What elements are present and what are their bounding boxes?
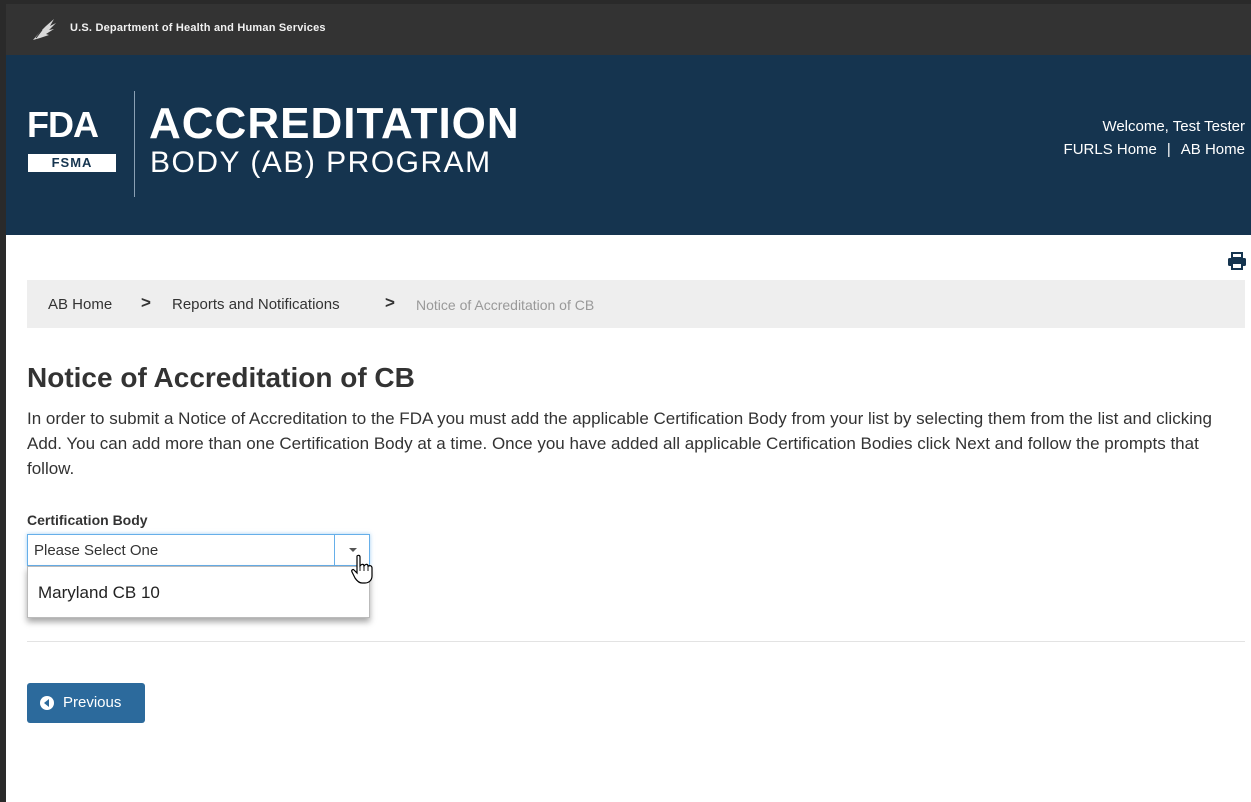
fda-fsma-logo: FDA FSMA [27, 107, 119, 173]
hhs-agency-text: U.S. Department of Health and Human Serv… [70, 22, 326, 34]
breadcrumb-current: Notice of Accreditation of CB [416, 297, 595, 313]
ab-home-link[interactable]: AB Home [1181, 141, 1245, 158]
chevron-right-icon: > [141, 293, 151, 312]
furls-home-link[interactable]: FURLS Home [1064, 141, 1157, 158]
previous-button[interactable]: Previous [27, 683, 145, 723]
program-title-line1: ACCREDITATION [149, 99, 520, 148]
breadcrumb-reports-notifications[interactable]: Reports and Notifications [172, 296, 340, 313]
hand-pointer-cursor-icon [351, 554, 373, 584]
header-link-separator: | [1166, 141, 1171, 158]
program-banner: FDA FSMA ACCREDITATION BODY (AB) PROGRAM… [6, 55, 1251, 235]
print-icon[interactable] [1227, 252, 1247, 270]
fsma-badge: FSMA [28, 154, 116, 172]
chevron-down-icon[interactable] [349, 548, 357, 552]
intro-text: In order to submit a Notice of Accredita… [27, 409, 1212, 478]
chevron-right-icon: > [385, 293, 395, 312]
banner-divider [134, 91, 135, 197]
hhs-top-bar: U.S. Department of Health and Human Serv… [6, 4, 1251, 55]
breadcrumb-ab-home[interactable]: AB Home [48, 296, 112, 313]
circle-arrow-left-icon [40, 696, 54, 710]
breadcrumb: AB Home > Reports and Notifications > No… [27, 280, 1245, 328]
page-title: Notice of Accreditation of CB [27, 362, 415, 393]
certification-body-label: Certification Body [27, 512, 148, 528]
certification-body-dropdown: Maryland CB 10 [27, 566, 370, 618]
header-links: FURLS Home | AB Home [1064, 141, 1245, 158]
dropdown-option[interactable]: Maryland CB 10 [38, 583, 160, 603]
previous-button-label: Previous [63, 694, 122, 711]
select-current-value: Please Select One [34, 542, 159, 559]
section-divider [27, 641, 1245, 642]
hhs-eagle-icon [33, 19, 56, 40]
welcome-text: Welcome, Test Tester [1102, 118, 1245, 135]
program-title-line2: BODY (AB) PROGRAM [150, 146, 492, 179]
certification-body-select[interactable]: Please Select One [27, 534, 370, 566]
select-divider [334, 535, 335, 565]
fda-logo-letters: FDA [27, 104, 99, 145]
